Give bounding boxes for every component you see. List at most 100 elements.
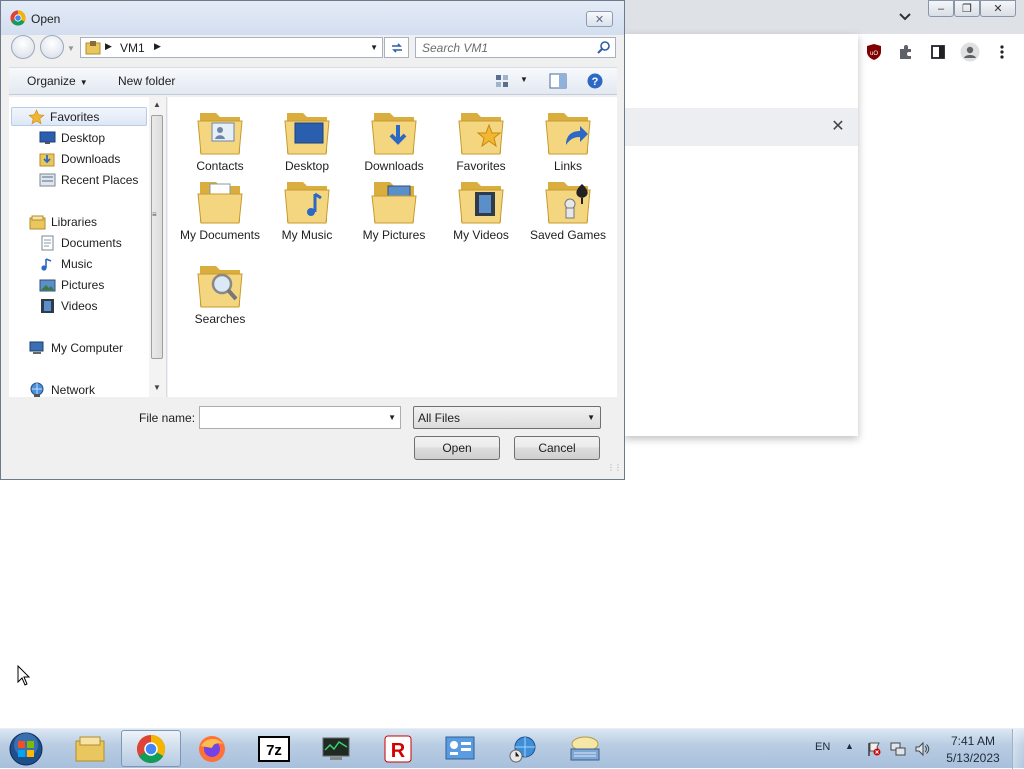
open-button[interactable]: Open bbox=[414, 436, 500, 460]
language-indicator[interactable]: EN bbox=[815, 741, 830, 753]
taskbar-firefox[interactable] bbox=[182, 730, 242, 767]
close-icon[interactable]: ✕ bbox=[828, 118, 848, 136]
nav-favorites[interactable]: Favorites bbox=[11, 107, 147, 126]
show-desktop-button[interactable] bbox=[1012, 729, 1024, 769]
folder-downloads[interactable]: Downloads bbox=[352, 105, 436, 174]
scrollbar-thumb[interactable] bbox=[151, 115, 163, 359]
recent-locations-dropdown[interactable]: ▼ bbox=[67, 44, 75, 53]
nav-desktop-label: Desktop bbox=[61, 130, 106, 145]
search-box[interactable] bbox=[415, 37, 616, 58]
system-monitor-icon bbox=[322, 737, 350, 760]
nav-documents-label: Documents bbox=[61, 235, 122, 250]
show-hidden-icons-icon[interactable]: ▲ bbox=[845, 741, 854, 751]
nav-network[interactable]: Network bbox=[29, 380, 95, 399]
address-dropdown-icon[interactable]: ▼ bbox=[370, 43, 378, 52]
ublock-shield-icon[interactable]: uO bbox=[864, 42, 884, 62]
file-type-select[interactable]: All Files ▼ bbox=[413, 406, 601, 429]
view-options-icon[interactable] bbox=[495, 73, 513, 89]
organize-menu[interactable]: Organize ▼ bbox=[27, 74, 88, 88]
preview-pane-icon[interactable] bbox=[549, 73, 567, 89]
folder-searches[interactable]: Searches bbox=[178, 258, 262, 327]
breadcrumb-arrow-icon[interactable]: ▶ bbox=[105, 41, 112, 52]
tab-search-chevron-icon[interactable] bbox=[896, 8, 914, 26]
back-button[interactable] bbox=[11, 35, 35, 59]
view-dropdown-icon[interactable]: ▼ bbox=[520, 75, 528, 84]
folder-label: My Documents bbox=[179, 228, 261, 242]
nav-downloads[interactable]: Downloads bbox=[39, 149, 120, 168]
nav-my-computer[interactable]: My Computer bbox=[29, 338, 123, 357]
profile-avatar-icon[interactable] bbox=[960, 42, 980, 62]
taskbar-7zip[interactable]: 7z bbox=[244, 730, 304, 767]
extensions-puzzle-icon[interactable] bbox=[896, 42, 916, 62]
nav-recent-places[interactable]: Recent Places bbox=[39, 170, 138, 189]
chrome-popup-panel: ✕ bbox=[624, 34, 858, 436]
scrollbar-grip-icon: ≡ bbox=[152, 210, 157, 219]
nav-desktop[interactable]: Desktop bbox=[39, 128, 105, 147]
forward-button[interactable] bbox=[40, 35, 64, 59]
folder-saved-games[interactable]: Saved Games bbox=[526, 174, 610, 243]
folder-contacts[interactable]: Contacts bbox=[178, 105, 262, 174]
search-icon[interactable] bbox=[596, 40, 611, 55]
nav-libraries[interactable]: Libraries bbox=[29, 212, 97, 231]
saved-games-folder-icon bbox=[545, 182, 591, 224]
minimize-button[interactable]: – bbox=[928, 0, 954, 17]
folder-my-videos[interactable]: My Videos bbox=[439, 174, 523, 243]
taskbar-network-app[interactable] bbox=[493, 730, 553, 767]
nav-libraries-label: Libraries bbox=[51, 214, 98, 229]
folder-desktop[interactable]: Desktop bbox=[265, 105, 349, 174]
taskbar-google-chrome[interactable] bbox=[121, 730, 181, 767]
folder-links[interactable]: Links bbox=[526, 105, 610, 174]
action-center-flag-icon[interactable] bbox=[866, 741, 882, 757]
scroll-up-icon[interactable]: ▲ bbox=[153, 100, 161, 109]
keyboard-icon bbox=[570, 736, 600, 760]
search-input[interactable] bbox=[422, 40, 592, 55]
new-folder-button[interactable]: New folder bbox=[118, 74, 175, 88]
clock-time[interactable]: 7:41 AM bbox=[940, 734, 1006, 748]
address-bar[interactable]: ▶ VM1 ▶ ▼ bbox=[80, 37, 383, 58]
mouse-pointer-icon bbox=[17, 665, 31, 686]
folder-label: Contacts bbox=[196, 159, 244, 173]
documents-icon bbox=[41, 235, 54, 250]
user-folder-icon bbox=[85, 41, 101, 55]
breadcrumb-vm1[interactable]: VM1 bbox=[120, 41, 145, 55]
chevron-down-icon[interactable]: ▼ bbox=[587, 413, 595, 422]
network-status-icon[interactable] bbox=[890, 741, 906, 757]
taskbar-control-panel[interactable] bbox=[430, 730, 490, 767]
nav-music[interactable]: Music bbox=[39, 254, 92, 273]
file-name-combobox[interactable]: ▼ bbox=[199, 406, 401, 429]
folder-my-pictures[interactable]: My Pictures bbox=[352, 174, 436, 243]
dialog-close-button[interactable]: ✕ bbox=[586, 11, 613, 27]
nav-pictures[interactable]: Pictures bbox=[39, 275, 104, 294]
folder-my-music[interactable]: My Music bbox=[265, 174, 349, 243]
clock-date[interactable]: 5/13/2023 bbox=[940, 751, 1006, 765]
taskbar-roblox[interactable]: R bbox=[368, 730, 428, 767]
refresh-button[interactable] bbox=[384, 37, 409, 58]
desktop-folder-icon bbox=[284, 113, 330, 155]
breadcrumb-arrow-icon[interactable]: ▶ bbox=[154, 41, 161, 52]
nav-videos[interactable]: Videos bbox=[39, 296, 97, 315]
svg-text:R: R bbox=[391, 740, 406, 762]
resize-grip-icon[interactable]: ⋮⋮ bbox=[607, 463, 622, 472]
favorites-star-icon bbox=[28, 108, 45, 124]
documents-folder-icon bbox=[197, 182, 243, 224]
chevron-down-icon[interactable]: ▼ bbox=[388, 413, 396, 422]
side-panel-icon[interactable] bbox=[928, 42, 948, 62]
music-note-icon bbox=[41, 257, 52, 271]
file-name-input[interactable] bbox=[203, 410, 383, 424]
help-icon[interactable]: ? bbox=[586, 73, 604, 89]
nav-documents[interactable]: Documents bbox=[39, 233, 122, 252]
restore-button[interactable]: ❐ bbox=[954, 0, 980, 17]
scroll-down-icon[interactable]: ▼ bbox=[153, 383, 161, 392]
folder-favorites[interactable]: Favorites bbox=[439, 105, 523, 174]
start-button[interactable] bbox=[4, 731, 48, 767]
taskbar-on-screen-keyboard[interactable] bbox=[555, 730, 615, 767]
chrome-menu-icon[interactable] bbox=[992, 42, 1012, 62]
close-window-button[interactable]: ✕ bbox=[980, 0, 1016, 17]
taskbar-system-monitor[interactable] bbox=[306, 730, 366, 767]
volume-speaker-icon[interactable] bbox=[914, 741, 930, 757]
cancel-button[interactable]: Cancel bbox=[514, 436, 600, 460]
nav-pane-scrollbar[interactable]: ▲ ≡ ▼ bbox=[149, 97, 166, 397]
folder-label: Links bbox=[553, 159, 582, 173]
folder-my-documents[interactable]: My Documents bbox=[178, 174, 262, 243]
taskbar-windows-explorer[interactable] bbox=[60, 730, 120, 767]
